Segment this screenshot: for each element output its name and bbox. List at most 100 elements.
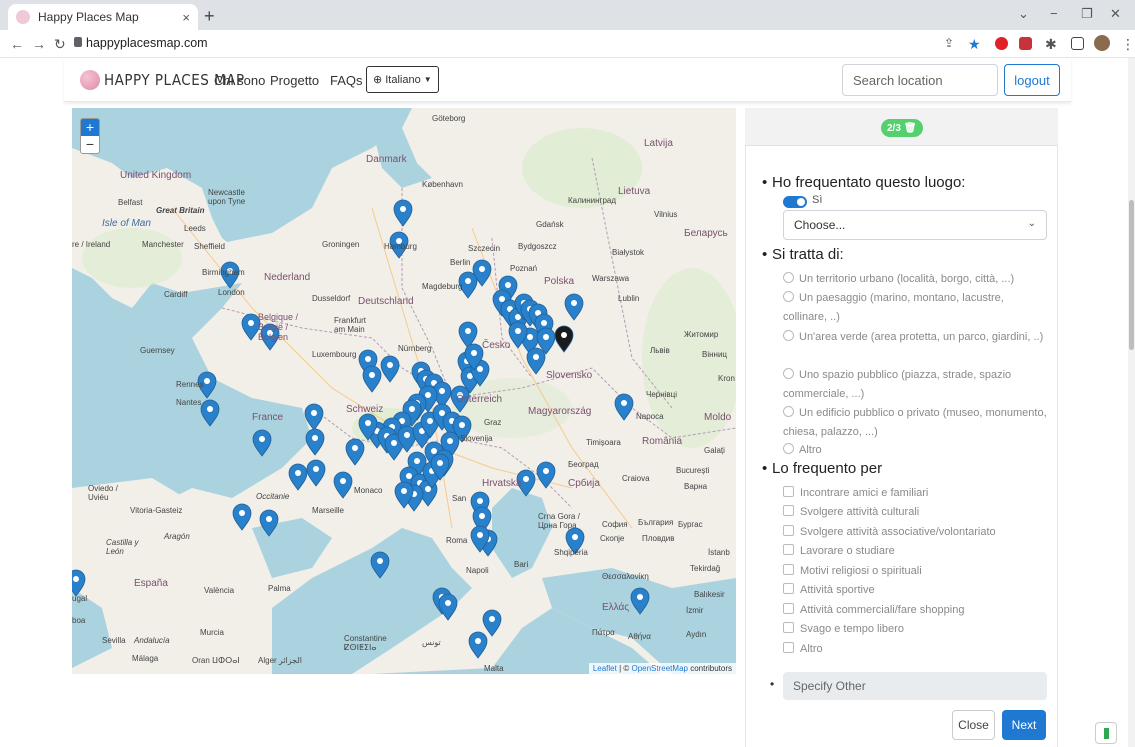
restore-icon[interactable]: ❐: [1081, 6, 1093, 22]
map-marker-dot: [439, 388, 445, 394]
map-marker-dot: [471, 350, 477, 356]
browser-tabbar: Happy Places Map × + ⌄ − ❐ ✕: [0, 0, 1135, 30]
nav-link-progetto[interactable]: Progetto: [270, 73, 319, 88]
forward-icon[interactable]: →: [32, 36, 46, 52]
radio-option[interactable]: Altro: [783, 441, 1048, 460]
radio-button[interactable]: [783, 291, 794, 302]
map-label: София: [602, 520, 628, 529]
side-panel-icon[interactable]: [1071, 37, 1084, 50]
extensions-puzzle-icon[interactable]: ✱: [1045, 36, 1057, 53]
radio-option[interactable]: Un paesaggio (marino, montano, lacustre,…: [783, 289, 1048, 327]
search-location-input[interactable]: Search location: [842, 64, 998, 96]
checkbox[interactable]: [783, 622, 794, 633]
logout-button[interactable]: logout: [1004, 64, 1060, 96]
map-label: Tekirdağ: [690, 564, 721, 573]
radio-button[interactable]: [783, 272, 794, 283]
caret-down-icon: ▼: [423, 75, 432, 84]
language-dropdown[interactable]: ⊕ Italiano ▼: [366, 66, 439, 93]
checkbox-option[interactable]: Lavorare o studiare: [783, 542, 1048, 561]
tab-close-icon[interactable]: ×: [182, 10, 190, 25]
map-label: İzmir: [686, 606, 704, 615]
back-icon[interactable]: ←: [10, 36, 24, 52]
panel-header: 2/3 🗑: [745, 108, 1058, 146]
nav-link-chi-sono[interactable]: Chi sono: [214, 73, 265, 88]
radio-button[interactable]: [783, 330, 794, 341]
radio-option[interactable]: Un territorio urbano (località, borgo, c…: [783, 270, 1048, 289]
minimize-icon[interactable]: −: [1050, 6, 1058, 21]
new-tab-icon[interactable]: +: [204, 6, 215, 27]
map-label: re / Ireland: [72, 240, 111, 249]
leaflet-link[interactable]: Leaflet: [593, 664, 617, 673]
lock-icon[interactable]: [74, 37, 82, 47]
radio-option[interactable]: Uno spazio pubblico (piazza, strade, spa…: [783, 366, 1048, 404]
map-marker-icon[interactable]: [252, 429, 272, 457]
checkbox[interactable]: [783, 544, 794, 555]
question-reason-title: Lo frequento per: [762, 460, 882, 477]
radio-button[interactable]: [783, 368, 794, 379]
radio-option[interactable]: Un'area verde (area protetta, un parco, …: [783, 328, 1048, 347]
map-label: Alger الجزائر: [258, 656, 303, 665]
map-label: Пловдив: [642, 534, 675, 543]
profile-avatar[interactable]: [1094, 35, 1110, 51]
map-marker-dot: [73, 576, 79, 582]
checkbox-option[interactable]: Attività commerciali/fare shopping: [783, 601, 1048, 620]
map-marker-dot: [248, 320, 254, 326]
zoom-out-button[interactable]: −: [81, 136, 99, 153]
menu-kebab-icon[interactable]: ⋮: [1121, 36, 1135, 53]
page-scrollbar-thumb[interactable]: [1129, 200, 1134, 350]
map-marker-dot: [425, 392, 431, 398]
url-field[interactable]: happyplacesmap.com: [86, 36, 208, 50]
browser-tab[interactable]: Happy Places Map ×: [8, 4, 198, 30]
checkbox[interactable]: [783, 583, 794, 594]
zoom-in-button[interactable]: +: [81, 119, 99, 136]
map-marker-dot: [637, 594, 643, 600]
nav-link-faqs[interactable]: FAQs: [330, 73, 363, 88]
checkbox-option[interactable]: Incontrare amici e familiari: [783, 484, 1048, 503]
map-marker-dot: [445, 600, 451, 606]
checkbox[interactable]: [783, 505, 794, 516]
extension-icon[interactable]: [1019, 37, 1032, 50]
tab-search-icon[interactable]: ⌄: [1018, 6, 1029, 22]
visited-toggle[interactable]: [783, 196, 807, 208]
checkbox-option[interactable]: Motivi religiosi o spirituali: [783, 562, 1048, 581]
page-scrollbar[interactable]: [1128, 58, 1135, 747]
select-value: Choose...: [794, 218, 846, 232]
map-label: Житомир: [684, 330, 719, 339]
checkbox[interactable]: [783, 603, 794, 614]
scroll-to-top-button[interactable]: [1095, 722, 1117, 744]
checkbox-option[interactable]: Attività sportive: [783, 581, 1048, 600]
checkbox-option[interactable]: Svolgere attività associative/volontaria…: [783, 523, 1048, 542]
close-window-icon[interactable]: ✕: [1110, 6, 1121, 22]
share-icon[interactable]: ⇪: [944, 36, 954, 50]
checkbox-option[interactable]: Altro: [783, 640, 1048, 659]
map-marker-dot: [465, 328, 471, 334]
close-button[interactable]: Close: [952, 710, 995, 740]
map-label: Birmingham: [202, 268, 245, 277]
radio-button[interactable]: [783, 443, 794, 454]
map-label: Magyarország: [528, 406, 592, 417]
map-view[interactable]: + − United Kingdom Great Britain Newcast…: [72, 108, 736, 674]
checkbox[interactable]: [783, 525, 794, 536]
checkbox[interactable]: [783, 486, 794, 497]
reload-icon[interactable]: ↻: [54, 36, 66, 53]
language-label: Italiano: [385, 73, 421, 86]
osm-link[interactable]: OpenStreetMap: [631, 664, 687, 673]
bookmark-star-icon[interactable]: ★: [968, 36, 981, 53]
map-label: Polska: [544, 276, 575, 287]
checkbox[interactable]: [783, 564, 794, 575]
trash-icon[interactable]: 🗑: [904, 123, 917, 134]
map-label: Constantine ⵇⵙⵏⵟⵉⵏⴰ: [344, 634, 387, 652]
checkbox-option[interactable]: Svago e tempo libero: [783, 620, 1048, 639]
checkbox[interactable]: [783, 642, 794, 653]
checkbox-option[interactable]: Svolgere attività culturali: [783, 503, 1048, 522]
map-label: Timișoara: [586, 438, 621, 447]
opera-extension-icon[interactable]: [995, 37, 1008, 50]
next-button[interactable]: Next: [1002, 710, 1046, 740]
specify-other-input[interactable]: Specify Other: [783, 672, 1047, 700]
radio-label: Un edificio pubblico o privato (museo, m…: [783, 407, 1047, 438]
radio-button[interactable]: [783, 406, 794, 417]
frequency-select[interactable]: Choose... ⌄: [783, 210, 1047, 240]
radio-option[interactable]: Un edificio pubblico o privato (museo, m…: [783, 404, 1048, 442]
map-marker-icon[interactable]: [200, 399, 220, 427]
map-label: Napoli: [466, 566, 489, 575]
